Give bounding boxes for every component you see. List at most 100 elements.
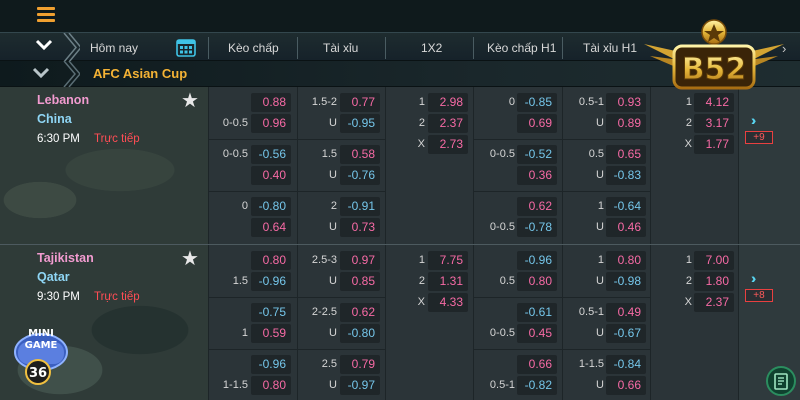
odds-button[interactable]: 0.66 — [517, 355, 557, 374]
odds-button[interactable]: 0.40 — [251, 166, 291, 185]
odds-button[interactable]: -0.61 — [517, 303, 557, 322]
odds-button[interactable]: -0.56 — [251, 145, 291, 164]
odds-line-label: X — [684, 138, 692, 150]
odds-button[interactable]: 0.73 — [340, 218, 380, 237]
odds-line-label: 1 — [418, 96, 425, 108]
odds-button[interactable]: 7.75 — [428, 251, 468, 270]
tab-today[interactable]: Hôm nay — [90, 41, 138, 55]
odds-button[interactable]: 2.37 — [694, 293, 734, 312]
odds-line-label: 0.5 — [499, 275, 515, 287]
odds-button[interactable]: -0.83 — [606, 166, 646, 185]
odds-button[interactable]: 0.46 — [606, 218, 646, 237]
mini-game-button[interactable]: MINI GAME 36 — [10, 322, 72, 388]
calendar-icon[interactable] — [176, 37, 196, 57]
odds-button[interactable]: 0.36 — [517, 166, 557, 185]
odds-button[interactable]: 1.77 — [694, 135, 734, 154]
header-divider — [562, 37, 563, 59]
odds-line-label: 1 — [685, 254, 692, 266]
more-markets-count[interactable]: +8 — [745, 289, 773, 302]
odds-button[interactable]: 0.64 — [251, 218, 291, 237]
odds-button[interactable]: -0.95 — [340, 114, 380, 133]
odds-button[interactable]: 2.98 — [428, 93, 468, 112]
more-markets-arrow-icon[interactable]: ›› — [751, 270, 758, 286]
betslip-icon[interactable] — [766, 366, 796, 396]
league-separator-arrow — [63, 61, 80, 87]
tab-handicap-h1[interactable]: Kèo chấp H1 — [487, 41, 556, 55]
odds-button[interactable]: -0.52 — [517, 145, 557, 164]
mini-game-badge: 36 — [29, 366, 47, 381]
favorite-star-icon[interactable]: ★ — [181, 246, 199, 271]
odds-button[interactable]: -0.96 — [251, 355, 291, 374]
home-team-name: Lebanon — [37, 93, 90, 107]
tab-over-under[interactable]: Tài xỉu — [323, 41, 358, 55]
odds-line-label: 2-2.5 — [311, 306, 337, 318]
odds-line-label: U — [329, 221, 337, 233]
collapse-all-chevron-icon[interactable] — [30, 38, 58, 58]
tab-over-under-h1[interactable]: Tài xỉu H1 — [583, 41, 637, 55]
mini-game-label-1: MINI — [28, 328, 54, 339]
odds-line-label: 1-1.5 — [222, 379, 248, 391]
odds-button[interactable]: -0.76 — [340, 166, 380, 185]
odds-button[interactable]: -0.82 — [517, 376, 557, 395]
block-divider — [208, 297, 297, 298]
odds-button[interactable]: 0.62 — [340, 303, 380, 322]
odds-button[interactable]: 0.80 — [251, 251, 291, 270]
odds-button[interactable]: 0.96 — [251, 114, 291, 133]
odds-button[interactable]: 0.88 — [251, 93, 291, 112]
menu-icon[interactable] — [37, 7, 55, 23]
odds-button[interactable]: 7.00 — [694, 251, 734, 270]
more-markets-arrow-icon[interactable]: ›› — [751, 112, 758, 128]
odds-button[interactable]: 0.77 — [340, 93, 380, 112]
odds-button[interactable]: 0.80 — [517, 272, 557, 291]
more-markets-count[interactable]: +9 — [745, 131, 773, 144]
odds-button[interactable]: -0.78 — [517, 218, 557, 237]
live-status: Trực tiếp — [94, 291, 140, 303]
odds-button[interactable]: 0.59 — [251, 324, 291, 343]
odds-button[interactable]: 1.80 — [694, 272, 734, 291]
odds-button[interactable]: 2.37 — [428, 114, 468, 133]
odds-button[interactable]: 3.17 — [694, 114, 734, 133]
odds-button[interactable]: -0.98 — [606, 272, 646, 291]
odds-button[interactable]: -0.96 — [517, 251, 557, 270]
odds-button[interactable]: -0.64 — [606, 197, 646, 216]
odds-button[interactable]: -0.85 — [517, 93, 557, 112]
odds-button[interactable]: 0.80 — [606, 251, 646, 270]
odds-line-label: 0.5-1 — [578, 306, 604, 318]
odds-line-label: U — [596, 169, 604, 181]
odds-button[interactable]: 0.97 — [340, 251, 380, 270]
odds-button[interactable]: 0.80 — [251, 376, 291, 395]
favorite-star-icon[interactable]: ★ — [181, 88, 199, 113]
header-separator-arrow — [63, 33, 80, 62]
odds-button[interactable]: 0.62 — [517, 197, 557, 216]
odds-button[interactable]: 1.31 — [428, 272, 468, 291]
league-collapse-chevron-icon[interactable] — [32, 66, 56, 82]
home-team-name: Tajikistan — [37, 251, 94, 265]
odds-button[interactable]: 0.58 — [340, 145, 380, 164]
odds-button[interactable]: 0.85 — [340, 272, 380, 291]
odds-button[interactable]: -0.91 — [340, 197, 380, 216]
odds-line-label: U — [329, 117, 337, 129]
odds-button[interactable]: 0.79 — [340, 355, 380, 374]
odds-button[interactable]: -0.80 — [340, 324, 380, 343]
odds-button[interactable]: -0.97 — [340, 376, 380, 395]
block-divider — [208, 191, 297, 192]
odds-button[interactable]: 0.89 — [606, 114, 646, 133]
odds-button[interactable]: 0.69 — [517, 114, 557, 133]
odds-button[interactable]: 2.73 — [428, 135, 468, 154]
odds-button[interactable]: -0.84 — [606, 355, 646, 374]
odds-button[interactable]: 4.33 — [428, 293, 468, 312]
odds-button[interactable]: 0.66 — [606, 376, 646, 395]
odds-button[interactable]: -0.67 — [606, 324, 646, 343]
tab-handicap[interactable]: Kèo chấp — [228, 41, 279, 55]
odds-button[interactable]: 0.45 — [517, 324, 557, 343]
odds-button[interactable]: -0.75 — [251, 303, 291, 322]
mini-game-icon: MINI GAME 36 — [14, 328, 68, 385]
odds-button[interactable]: 0.49 — [606, 303, 646, 322]
block-divider — [297, 349, 385, 350]
odds-button[interactable]: -0.96 — [251, 272, 291, 291]
odds-button[interactable]: 0.65 — [606, 145, 646, 164]
odds-button[interactable]: -0.80 — [251, 197, 291, 216]
odds-line-label: 0-0.5 — [489, 221, 515, 233]
tab-1x2[interactable]: 1X2 — [421, 41, 442, 55]
block-divider — [562, 139, 650, 140]
